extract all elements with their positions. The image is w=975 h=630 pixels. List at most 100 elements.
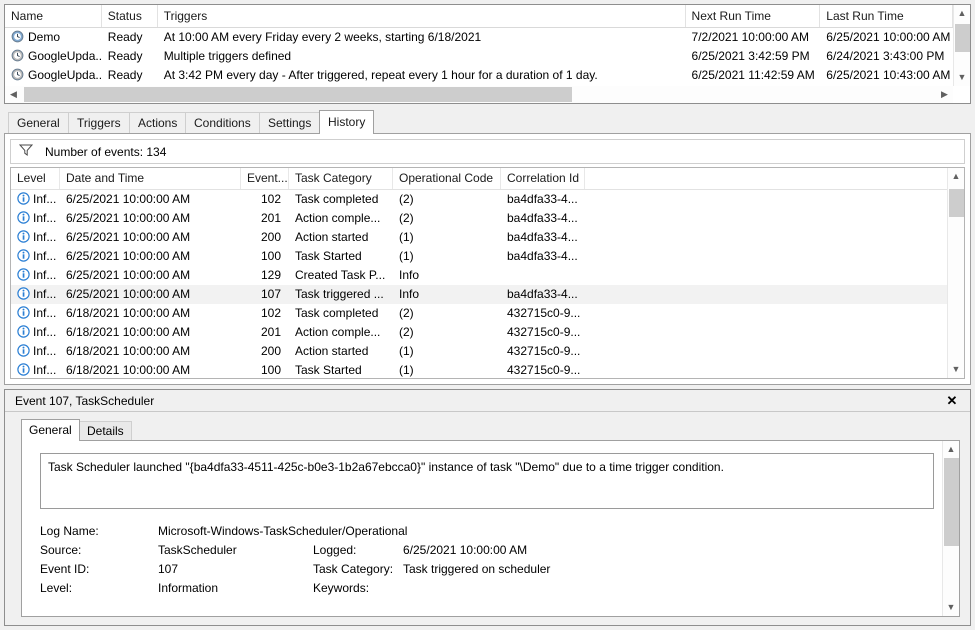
task-last-run: 6/24/2021 3:43:00 PM: [826, 49, 945, 63]
event-row[interactable]: Inf... 6/18/2021 10:00:00 AM 100 Task Start…: [11, 361, 947, 378]
task-column-header-last-run-time[interactable]: Last Run Time: [820, 5, 953, 27]
event-row[interactable]: Inf... 6/18/2021 10:00:00 AM 102 Task compl…: [11, 304, 947, 323]
information-icon: [17, 211, 30, 224]
event-correlation-id: 432715c0-9...: [507, 363, 581, 377]
scroll-down-icon[interactable]: ▼: [948, 361, 965, 378]
filter-bar[interactable]: Number of events: 134: [10, 139, 965, 164]
event-task-category: Action comple...: [295, 211, 381, 225]
event-datetime: 6/18/2021 10:00:00 AM: [66, 325, 191, 339]
scroll-down-icon[interactable]: ▼: [943, 599, 960, 616]
event-list-header: Level Date and Time Event... Task Category O…: [11, 168, 947, 190]
detail-tab-details[interactable]: Details: [79, 421, 132, 441]
event-datetime: 6/18/2021 10:00:00 AM: [66, 306, 191, 320]
event-correlation-id: [501, 266, 585, 285]
event-op-code: (2): [399, 211, 414, 225]
scroll-right-icon[interactable]: ▶: [936, 86, 953, 103]
event-row[interactable]: Inf... 6/25/2021 10:00:00 AM 200 Action sta…: [11, 228, 947, 247]
task-row[interactable]: Demo Ready At 10:00 AM every Friday every …: [5, 28, 953, 47]
event-correlation-id: 432715c0-9...: [507, 344, 581, 358]
event-row[interactable]: Inf... 6/25/2021 10:00:00 AM 201 Action com…: [11, 209, 947, 228]
task-list-horizontal-scrollbar[interactable]: ◀ ▶: [5, 86, 953, 103]
task-status: Ready: [107, 68, 143, 82]
event-op-code: (1): [399, 363, 414, 377]
task-status: Ready: [107, 49, 143, 63]
event-row[interactable]: Inf... 6/18/2021 10:00:00 AM 201 Action com…: [11, 323, 947, 342]
event-level: Inf...: [11, 361, 60, 378]
scroll-thumb-h[interactable]: [24, 87, 572, 102]
event-list-rows: Inf... 6/25/2021 10:00:00 AM 102 Task compl…: [11, 190, 947, 378]
task-column-header-status[interactable]: Status: [102, 5, 158, 27]
event-task-category: Task Started: [295, 363, 362, 377]
scroll-track[interactable]: [943, 458, 960, 599]
task-list-rows: Demo Ready At 10:00 AM every Friday every …: [5, 28, 953, 86]
task-category-value: Task triggered on scheduler: [403, 561, 551, 576]
tab-settings[interactable]: Settings: [259, 112, 321, 134]
scroll-thumb[interactable]: [943, 458, 959, 546]
clock-icon-gray: [11, 49, 24, 62]
event-row[interactable]: Inf... 6/25/2021 10:00:00 AM 102 Task compl…: [11, 190, 947, 209]
scroll-down-icon[interactable]: ▼: [954, 69, 971, 86]
tab-history[interactable]: History: [319, 110, 375, 134]
tab-actions[interactable]: Actions: [129, 112, 187, 134]
task-list-vertical-scrollbar[interactable]: ▲ ▼: [953, 5, 970, 86]
task-last-run: 6/25/2021 10:43:00 AM: [826, 68, 951, 82]
event-row[interactable]: Inf... 6/25/2021 10:00:00 AM 107 Task trigg…: [11, 285, 947, 304]
information-icon: [17, 325, 30, 338]
event-list-grid: Level Date and Time Event... Task Category O…: [10, 167, 965, 379]
source-label: Source:: [40, 542, 82, 557]
event-id: 129: [260, 268, 281, 282]
event-id: 107: [260, 287, 281, 301]
event-detail-pane: Event 107, TaskScheduler ✕ General Detail…: [4, 389, 971, 626]
scroll-left-icon[interactable]: ◀: [5, 86, 22, 103]
event-datetime: 6/25/2021 10:00:00 AM: [66, 211, 191, 225]
event-correlation-id: ba4dfa33-4...: [507, 249, 578, 263]
event-op-code: (2): [399, 192, 414, 206]
event-datetime: 6/25/2021 10:00:00 AM: [66, 249, 191, 263]
event-id: 102: [260, 306, 281, 320]
tab-conditions[interactable]: Conditions: [185, 112, 260, 134]
task-row[interactable]: GoogleUpda... Ready At 3:42 PM every day -…: [5, 66, 953, 85]
detail-tab-general[interactable]: General: [21, 419, 80, 441]
scroll-track[interactable]: [954, 22, 971, 69]
task-column-header-next-run-time[interactable]: Next Run Time: [686, 5, 821, 27]
tab-triggers[interactable]: Triggers: [68, 112, 130, 134]
scroll-track-h[interactable]: [22, 86, 936, 103]
event-row[interactable]: Inf... 6/25/2021 10:00:00 AM 129 Created Ta…: [11, 266, 947, 285]
scroll-thumb[interactable]: [954, 24, 970, 52]
event-column-header-event---[interactable]: Event...: [241, 168, 289, 189]
task-name: Demo: [5, 28, 102, 47]
task-column-header-triggers[interactable]: Triggers: [158, 5, 686, 27]
information-icon: [17, 287, 30, 300]
scroll-track[interactable]: [948, 185, 965, 361]
detail-vertical-scrollbar[interactable]: ▲ ▼: [942, 441, 959, 616]
task-name: GoogleUpda...: [5, 47, 102, 66]
close-button[interactable]: ✕: [938, 392, 966, 410]
task-list-pane: Name Status Triggers Next Run Time Last Run …: [4, 4, 971, 104]
event-column-header-level[interactable]: Level: [11, 168, 60, 189]
task-column-header-name[interactable]: Name: [5, 5, 102, 27]
event-task-category: Task Started: [295, 249, 362, 263]
level-label: Level:: [40, 580, 73, 595]
task-next-run: 6/25/2021 11:42:59 AM: [691, 68, 815, 82]
task-row[interactable]: GoogleUpda... Ready Multiple triggers defi…: [5, 47, 953, 66]
clock-icon-blue: [11, 30, 24, 43]
event-column-header-correlation-id[interactable]: Correlation Id: [501, 168, 585, 189]
scroll-up-icon[interactable]: ▲: [943, 441, 960, 458]
event-list-vertical-scrollbar[interactable]: ▲ ▼: [947, 168, 964, 378]
task-last-run: 6/25/2021 10:00:00 AM: [826, 30, 951, 44]
event-op-code: (2): [399, 325, 414, 339]
tab-general[interactable]: General: [8, 112, 69, 134]
event-level: Inf...: [11, 285, 60, 304]
scroll-up-icon[interactable]: ▲: [948, 168, 965, 185]
event-column-header-operational-code[interactable]: Operational Code: [393, 168, 501, 189]
event-column-header-date-and-time[interactable]: Date and Time: [60, 168, 241, 189]
scroll-up-icon[interactable]: ▲: [954, 5, 971, 22]
scroll-thumb[interactable]: [948, 189, 964, 217]
event-level: Inf...: [11, 247, 60, 266]
event-row[interactable]: Inf... 6/18/2021 10:00:00 AM 200 Action sta…: [11, 342, 947, 361]
event-level: Inf...: [11, 323, 60, 342]
event-task-category: Task triggered ...: [295, 287, 384, 301]
event-row[interactable]: Inf... 6/25/2021 10:00:00 AM 100 Task Start…: [11, 247, 947, 266]
event-column-header-task-category[interactable]: Task Category: [289, 168, 393, 189]
property-row-level: Level: Information Keywords:: [40, 578, 934, 597]
